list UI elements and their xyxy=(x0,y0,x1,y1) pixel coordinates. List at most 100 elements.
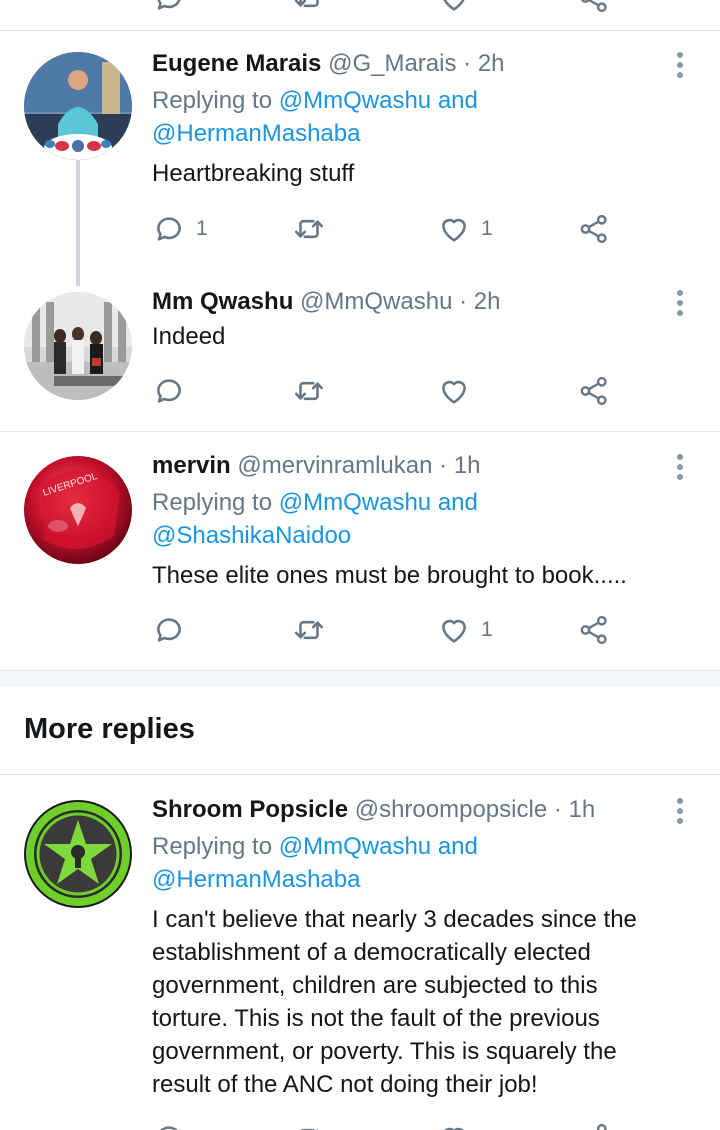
separator-dot: · xyxy=(553,796,562,823)
replying-and[interactable]: and xyxy=(438,833,478,860)
reply-button[interactable] xyxy=(152,610,196,650)
mention-link[interactable]: @MmQwashu xyxy=(279,87,431,114)
tweet-text: Heartbreaking stuff xyxy=(152,160,355,187)
like-button[interactable]: 1 xyxy=(437,209,493,249)
share-button[interactable] xyxy=(577,1118,611,1130)
like-button[interactable] xyxy=(437,371,481,411)
tweet-text-line: establishment of a democratically electe… xyxy=(152,939,591,966)
mention-link[interactable]: @MmQwashu xyxy=(279,833,431,860)
reply-button[interactable] xyxy=(152,1118,186,1130)
share-icon xyxy=(577,613,611,647)
replying-and[interactable]: and xyxy=(438,87,478,114)
avatar[interactable] xyxy=(24,292,132,400)
retweet-icon xyxy=(292,1121,326,1130)
reply-icon xyxy=(152,212,186,246)
user-handle[interactable]: @mervinramlukan xyxy=(237,452,432,479)
like-icon xyxy=(437,1121,471,1130)
tweet-text-line: government, children are subjected to th… xyxy=(152,972,598,999)
tweet-actions xyxy=(152,1118,622,1130)
retweet-button[interactable] xyxy=(292,371,336,411)
tweet-text: These elite ones must be brought to book… xyxy=(152,562,627,589)
reply-count: 1 xyxy=(196,217,208,240)
more-icon[interactable] xyxy=(672,50,688,80)
display-name[interactable]: Shroom Popsicle xyxy=(152,796,348,823)
share-button[interactable] xyxy=(577,209,611,249)
replying-to: Replying to @MmQwashu and @ShashikaNaido… xyxy=(152,486,672,552)
tweet-header: mervin @mervinramlukan · 1h xyxy=(152,451,481,481)
like-button[interactable]: 1 xyxy=(437,610,493,650)
reply-button[interactable] xyxy=(152,0,186,18)
avatar[interactable]: LIVERPOOL xyxy=(24,456,132,564)
tweet-text-line: result of the ANC not doing their job! xyxy=(152,1071,538,1098)
like-icon xyxy=(437,374,471,408)
user-handle[interactable]: @MmQwashu xyxy=(300,288,452,315)
replying-prefix: Replying to xyxy=(152,87,273,114)
share-button[interactable] xyxy=(577,371,611,411)
reply-button[interactable] xyxy=(152,371,196,411)
like-icon xyxy=(437,212,471,246)
avatar[interactable] xyxy=(24,800,132,908)
reply-button[interactable]: 1 xyxy=(152,209,208,249)
tweet-text-line: I can't believe that nearly 3 decades si… xyxy=(152,906,637,933)
timestamp[interactable]: 1h xyxy=(569,796,596,823)
tweet-header: Eugene Marais @G_Marais · 2h xyxy=(152,49,505,79)
tweet-actions: 1 xyxy=(152,610,622,650)
share-icon xyxy=(577,0,611,15)
more-icon[interactable] xyxy=(672,452,688,482)
mention-link[interactable]: @MmQwashu xyxy=(279,489,431,516)
mention-link[interactable]: @HermanMashaba xyxy=(152,120,360,147)
more-icon[interactable] xyxy=(672,796,688,826)
share-button[interactable] xyxy=(577,0,611,18)
divider xyxy=(0,431,720,432)
display-name[interactable]: Mm Qwashu xyxy=(152,288,293,315)
mention-link[interactable]: @ShashikaNaidoo xyxy=(152,522,351,549)
share-icon xyxy=(577,1121,611,1130)
reply-icon xyxy=(152,374,186,408)
section-separator xyxy=(0,671,720,687)
replying-and[interactable]: and xyxy=(438,489,478,516)
user-handle[interactable]: @shroompopsicle xyxy=(355,796,547,823)
separator-dot: · xyxy=(463,50,472,77)
share-icon xyxy=(577,212,611,246)
retweet-button[interactable] xyxy=(292,209,336,249)
tweet-text: Indeed xyxy=(152,323,226,350)
avatar[interactable] xyxy=(24,52,132,160)
retweet-button[interactable] xyxy=(292,610,336,650)
like-icon xyxy=(437,0,471,15)
like-count: 1 xyxy=(481,217,493,240)
like-icon xyxy=(437,613,471,647)
like-count: 1 xyxy=(481,618,493,641)
divider xyxy=(0,774,720,775)
replying-to: Replying to @MmQwashu and @HermanMashaba xyxy=(152,830,672,896)
display-name[interactable]: mervin xyxy=(152,452,231,479)
retweet-icon xyxy=(292,374,326,408)
divider xyxy=(0,30,720,31)
tweet-header: Mm Qwashu @MmQwashu · 2h xyxy=(152,287,500,317)
display-name[interactable]: Eugene Marais xyxy=(152,50,321,77)
retweet-icon xyxy=(292,212,326,246)
user-handle[interactable]: @G_Marais xyxy=(328,50,456,77)
timestamp[interactable]: 2h xyxy=(474,288,501,315)
separator-dot: · xyxy=(459,288,468,315)
retweet-icon xyxy=(292,613,326,647)
replying-prefix: Replying to xyxy=(152,833,273,860)
thread-line xyxy=(76,158,80,286)
share-button[interactable] xyxy=(577,610,611,650)
like-button[interactable] xyxy=(437,1118,471,1130)
section-title: More replies xyxy=(24,713,195,745)
tweet-actions: 1 1 xyxy=(152,209,622,249)
reply-icon xyxy=(152,0,186,15)
reply-icon xyxy=(152,1121,186,1130)
like-button[interactable] xyxy=(437,0,471,18)
more-icon[interactable] xyxy=(672,288,688,318)
timestamp[interactable]: 1h xyxy=(454,452,481,479)
mention-link[interactable]: @HermanMashaba xyxy=(152,866,360,893)
retweet-button[interactable] xyxy=(292,1118,326,1130)
separator-dot: · xyxy=(439,452,448,479)
retweet-button[interactable] xyxy=(292,0,326,18)
tweet-actions xyxy=(152,371,622,411)
tweet-text: I can't believe that nearly 3 decades si… xyxy=(152,903,672,1101)
tweet-text-line: government, or poverty. This is squarely… xyxy=(152,1038,617,1065)
share-icon xyxy=(577,374,611,408)
timestamp[interactable]: 2h xyxy=(478,50,505,77)
